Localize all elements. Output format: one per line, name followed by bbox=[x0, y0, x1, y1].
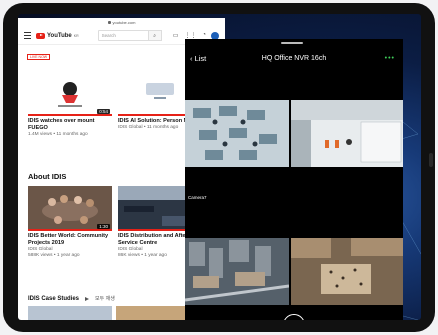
search-icon: ⌕ bbox=[153, 32, 157, 39]
video-title[interactable]: IDIS watches over mount FUEGO bbox=[28, 118, 114, 132]
video-meta: 1.4M views • 11 months ago bbox=[28, 132, 88, 137]
play-all-icon[interactable] bbox=[85, 296, 90, 301]
video-meta: 588K views • 1 year ago bbox=[28, 253, 80, 258]
screen: youtube.com YouTube KR Search ⌕ ▭ ⋮⋮ ◔ L… bbox=[18, 14, 421, 320]
watch-progress-bar bbox=[28, 114, 112, 116]
notifications-icon[interactable]: ◔ bbox=[202, 32, 206, 39]
apps-icon[interactable]: ⋮⋮ bbox=[184, 32, 196, 39]
search-input[interactable]: Search bbox=[97, 30, 149, 41]
case-studies-heading: IDIS Case Studies bbox=[28, 295, 80, 302]
playback-controls: |◁ ◁◁ ◁| |▷ ▷▷ ▷| bbox=[185, 309, 403, 320]
logo-region: KR bbox=[73, 33, 79, 38]
search-button[interactable]: ⌕ bbox=[147, 30, 162, 41]
camera-tile[interactable] bbox=[291, 238, 403, 305]
camera-feed-mall bbox=[291, 238, 403, 305]
video-title[interactable]: IDIS Better World: Community Projects 20… bbox=[28, 233, 114, 247]
create-video-icon[interactable]: ▭ bbox=[173, 32, 179, 39]
camera-tile[interactable] bbox=[291, 100, 403, 167]
url-text: youtube.com bbox=[112, 20, 136, 25]
video-card[interactable]: 0:54 IDIS watches over mount FUEGO 1.4M … bbox=[28, 71, 114, 138]
more-options-icon[interactable]: ••• bbox=[385, 55, 395, 62]
nvr-title: HQ Office NVR 16ch bbox=[261, 54, 327, 62]
header-icons: ▭ ⋮⋮ ◔ bbox=[173, 32, 206, 39]
camera-feed-lobby bbox=[291, 100, 403, 167]
address-bar[interactable]: youtube.com bbox=[18, 18, 225, 27]
nvr-viewer-panel: ‹ List HQ Office NVR 16ch ••• Camera7 bbox=[185, 39, 403, 320]
camera-feed-office bbox=[185, 100, 289, 167]
watch-progress-bar bbox=[28, 229, 112, 231]
logo-text: YouTube bbox=[47, 32, 72, 39]
case-studies-row: IDIS Case Studies 모두 재생 bbox=[28, 295, 115, 303]
video-card[interactable]: 1:30 IDIS Better World: Community Projec… bbox=[28, 186, 114, 259]
live-badge: LIVE NOW bbox=[27, 54, 51, 60]
nvr-header: ‹ List HQ Office NVR 16ch ••• bbox=[185, 45, 403, 71]
video-thumbnail[interactable]: 0:54 bbox=[28, 71, 112, 116]
drag-handle[interactable] bbox=[281, 42, 303, 44]
pause-button[interactable] bbox=[282, 314, 305, 320]
video-thumbnail[interactable]: 1:30 bbox=[28, 186, 112, 231]
device-side-button bbox=[429, 153, 433, 167]
lock-icon bbox=[107, 21, 111, 24]
video-thumbnail[interactable] bbox=[28, 306, 112, 320]
menu-icon[interactable] bbox=[24, 32, 31, 39]
youtube-play-icon bbox=[36, 32, 45, 39]
camera-tile[interactable] bbox=[185, 100, 289, 167]
camera-feed-city bbox=[185, 238, 289, 305]
camera-label: Camera7 bbox=[188, 195, 207, 200]
camera-tile[interactable] bbox=[185, 238, 289, 305]
about-heading: About IDIS bbox=[28, 172, 67, 181]
tablet-frame: youtube.com YouTube KR Search ⌕ ▭ ⋮⋮ ◔ L… bbox=[3, 3, 435, 332]
camera-tile[interactable]: Camera7 bbox=[185, 169, 289, 236]
youtube-logo[interactable]: YouTube KR bbox=[36, 32, 79, 39]
play-all-button[interactable]: 모두 재생 bbox=[95, 295, 115, 302]
